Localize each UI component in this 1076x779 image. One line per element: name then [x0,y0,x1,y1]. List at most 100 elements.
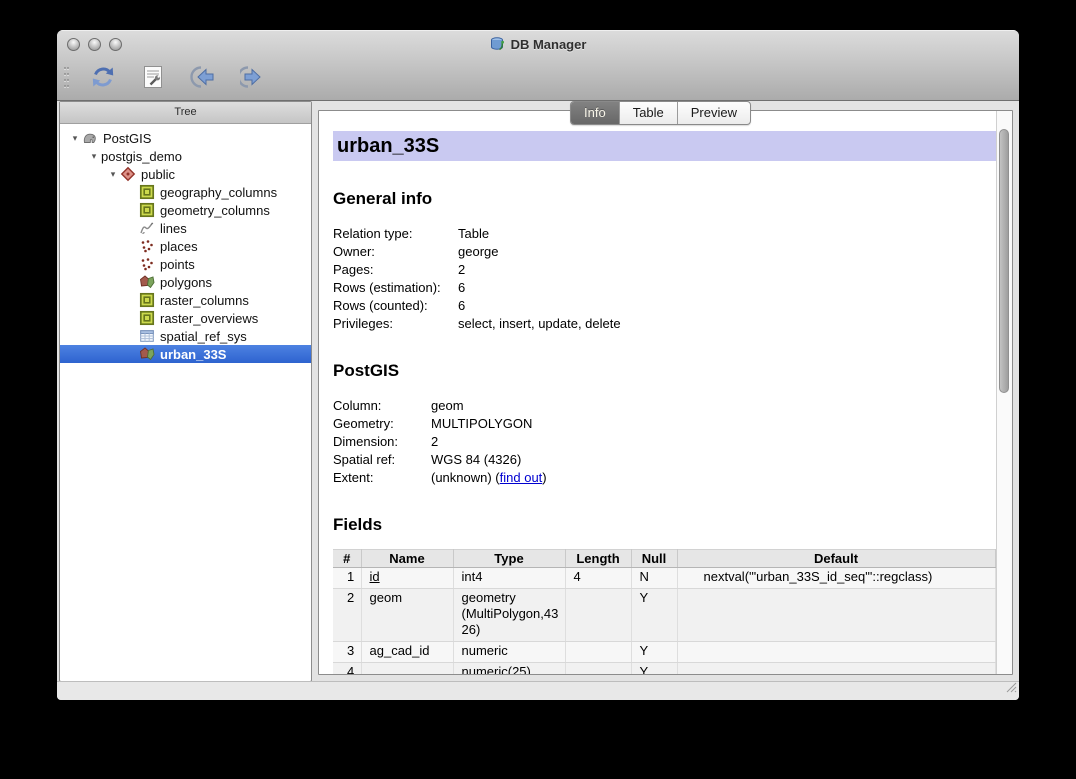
tree-item-geometry_columns[interactable]: geometry_columns [60,201,311,219]
vertical-scrollbar[interactable] [996,111,1012,674]
info-row: Geometry:MULTIPOLYGON [333,415,996,433]
tree-item-label: urban_33S [160,347,226,362]
tree-item-label: PostGIS [103,131,151,146]
disclosure-triangle-icon[interactable]: ▾ [106,169,120,180]
resize-grip[interactable] [1004,680,1017,698]
info-label: Owner: [333,243,458,261]
fields-cell: ag_cad_id [361,642,453,663]
tree-item-urban_33s[interactable]: urban_33S [60,345,311,363]
fields-cell: geometry (MultiPolygon,4326) [453,589,565,642]
fields-row: 2geomgeometry (MultiPolygon,4326) Y [333,589,995,642]
fields-column-header: Length [565,550,631,568]
tree-item-lines[interactable]: lines [60,219,311,237]
postgis-icon [82,130,98,146]
info-label: Rows (estimation): [333,279,458,297]
tree-panel: Tree ▾PostGIS▾postgis_demo▾publicgeograp… [59,101,312,682]
info-label: Relation type: [333,225,458,243]
tree-item-spatial_ref_sys[interactable]: spatial_ref_sys [60,327,311,345]
info-value: Table [458,225,996,243]
info-label: Pages: [333,261,458,279]
info-value: select, insert, update, delete [458,315,996,333]
fields-cell [677,642,995,663]
fields-cell: numeric(25) [453,663,565,675]
schema-icon [120,166,136,182]
table-name-heading: urban_33S [333,131,996,161]
toolbar [57,58,1019,100]
fields-column-header: Type [453,550,565,568]
tree-item-public[interactable]: ▾ public [60,165,311,183]
fields-cell: 4 [565,568,631,589]
info-value: WGS 84 (4326) [431,451,996,469]
info-row: Owner:george [333,243,996,261]
sql-window-button[interactable] [135,63,171,95]
tree-item-label: public [141,167,175,182]
info-content: urban_33S General info Relation type:Tab… [319,111,996,674]
find-out-link[interactable]: find out [500,470,543,485]
fields-row: 1idint44Nnextval('"urban_33S_id_seq"'::r… [333,568,995,589]
fields-cell: 3 [333,642,361,663]
titlebar[interactable]: DB Manager [57,30,1019,58]
tab-preview[interactable]: Preview [678,102,750,124]
tree-item-postgis_demo[interactable]: ▾postgis_demo [60,147,311,165]
tree-item-label: points [160,257,195,272]
fields-cell: Y [631,663,677,675]
fields-cell: geom [361,589,453,642]
window-footer [57,681,1019,700]
fields-header-row: #NameTypeLengthNullDefault [333,550,995,568]
fields-cell: 2 [333,589,361,642]
fields-cell: Y [631,589,677,642]
info-row: Column:geom [333,397,996,415]
tree-item-geography_columns[interactable]: geography_columns [60,183,311,201]
lines-icon [139,220,155,236]
fields-cell: id [361,568,453,589]
info-value: geom [431,397,996,415]
fields-column-header: Null [631,550,677,568]
db-manager-window: DB Manager Tree ▾PostGIS▾postgis_demo▾pu… [57,30,1019,700]
toolbar-drag-handle[interactable] [61,64,73,94]
fields-column-header: Name [361,550,453,568]
tree-item-points[interactable]: points [60,255,311,273]
import-layer-button[interactable] [185,63,221,95]
info-row: Spatial ref:WGS 84 (4326) [333,451,996,469]
tab-info[interactable]: Info [571,102,620,124]
info-value: 2 [431,433,996,451]
tree-item-raster_overviews[interactable]: raster_overviews [60,309,311,327]
disclosure-triangle-icon[interactable]: ▾ [87,151,101,162]
scrollbar-thumb[interactable] [999,129,1009,393]
general-info-heading: General info [333,188,996,209]
info-row: Pages:2 [333,261,996,279]
disclosure-triangle-icon[interactable]: ▾ [68,133,82,144]
fields-row: 4 numeric(25) Y [333,663,995,675]
fields-cell: N [631,568,677,589]
tree-item-places[interactable]: places [60,237,311,255]
fields-cell [361,663,453,675]
layer-icon [139,310,155,326]
export-to-file-button[interactable] [235,63,271,95]
tree-panel-header: Tree [60,102,311,124]
refresh-button[interactable] [85,63,121,95]
fields-cell [565,589,631,642]
window-title-area: DB Manager [57,36,1019,55]
tree-body: ▾PostGIS▾postgis_demo▾publicgeography_co… [60,124,311,681]
tree-item-postgis[interactable]: ▾ PostGIS [60,129,311,147]
polygons-icon [139,346,155,362]
info-value: 6 [458,279,996,297]
tree-item-polygons[interactable]: polygons [60,273,311,291]
tree-item-raster_columns[interactable]: raster_columns [60,291,311,309]
tree-item-label: lines [160,221,187,236]
refresh-icon [90,64,116,95]
tab-table[interactable]: Table [620,102,678,124]
info-panel: urban_33S General info Relation type:Tab… [318,110,1013,675]
fields-heading: Fields [333,514,996,535]
fields-column-header: Default [677,550,995,568]
info-label: Column: [333,397,431,415]
fields-cell: 4 [333,663,361,675]
info-label: Spatial ref: [333,451,431,469]
fields-cell [565,642,631,663]
fields-table: #NameTypeLengthNullDefault 1idint44Nnext… [333,549,996,674]
info-value: (unknown) (find out) [431,469,996,487]
import-layer-icon [190,64,216,95]
info-value: george [458,243,996,261]
info-label: Geometry: [333,415,431,433]
fields-cell: int4 [453,568,565,589]
